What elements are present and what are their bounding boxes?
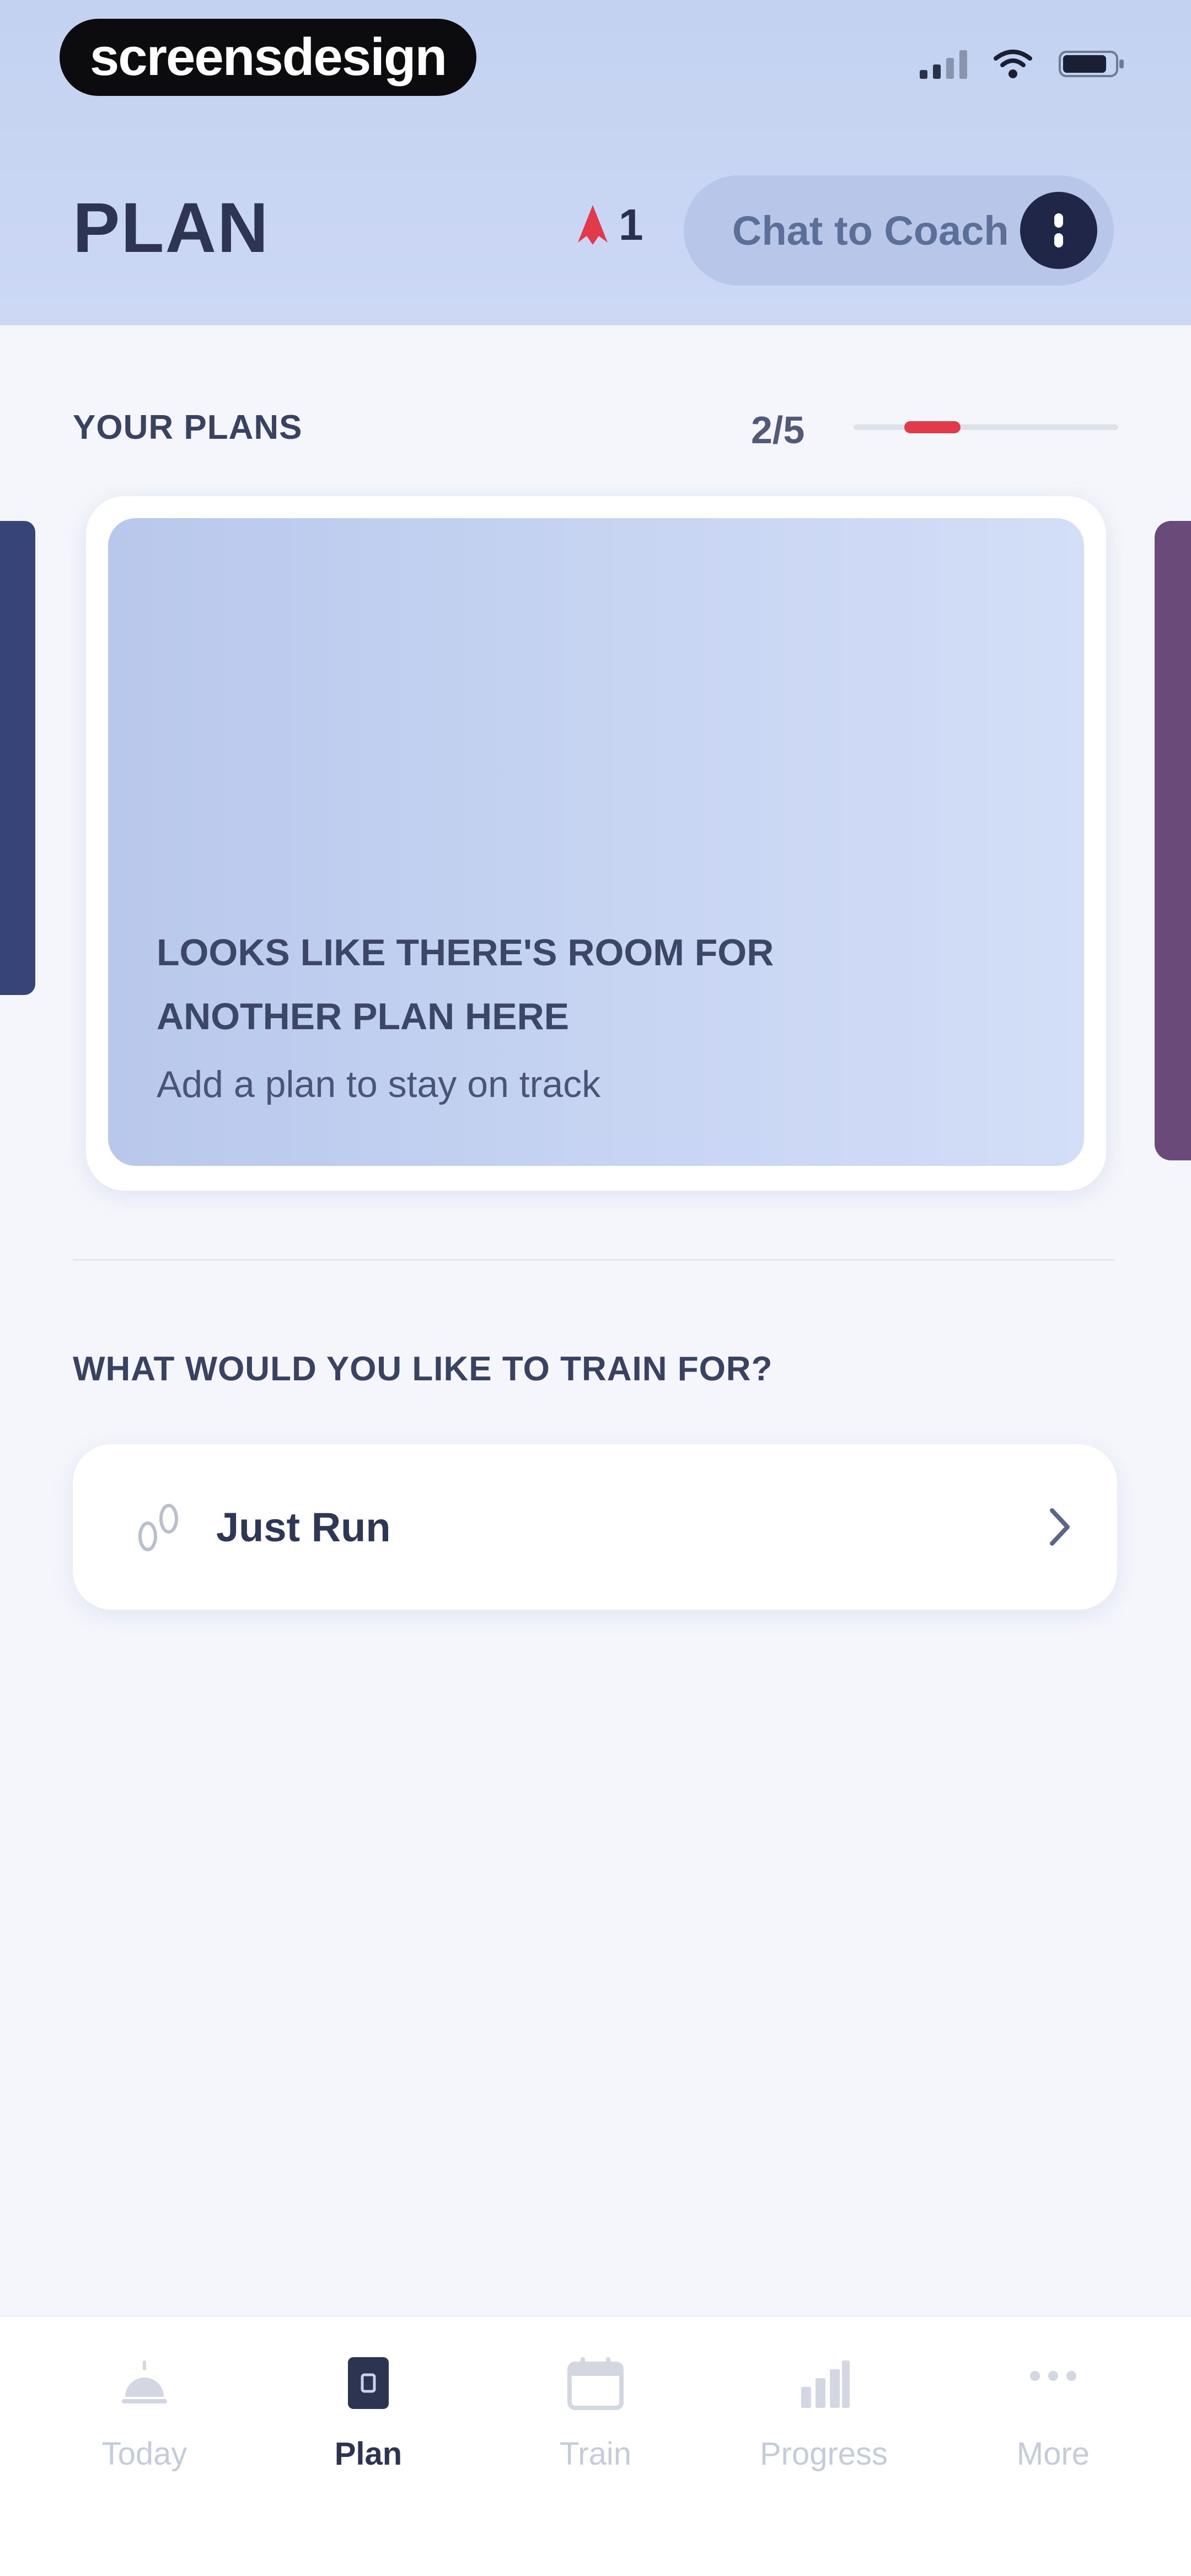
- plans-pager-indicator: [904, 421, 961, 433]
- signal-icon: [920, 49, 967, 79]
- nav-label-train: Train: [560, 2436, 631, 2472]
- plans-pager-track: [854, 424, 1118, 430]
- sunrise-icon: [122, 2360, 167, 2403]
- just-run-option[interactable]: Just Run: [73, 1444, 1117, 1610]
- nav-tab-train[interactable]: Train: [513, 2353, 678, 2472]
- nav-tab-plan[interactable]: Plan: [286, 2353, 451, 2472]
- train-for-heading: WHAT WOULD YOU LIKE TO TRAIN FOR?: [73, 1350, 773, 1388]
- empty-plan-title: LOOKS LIKE THERE'S ROOM FOR ANOTHER PLAN…: [157, 932, 774, 1037]
- next-plan-card[interactable]: [1155, 521, 1191, 1160]
- more-dots-icon: [1030, 2371, 1076, 2381]
- plans-counter: 2/5: [751, 408, 805, 451]
- previous-plan-card[interactable]: [0, 521, 35, 995]
- watermark-text: screensdesign: [89, 28, 447, 87]
- nav-label-plan: Plan: [334, 2436, 403, 2472]
- flame-icon: [578, 205, 608, 245]
- nav-label-progress: Progress: [759, 2436, 888, 2472]
- watermark-logo: screensdesign: [60, 19, 476, 96]
- chat-to-coach-button[interactable]: Chat to Coach: [684, 175, 1114, 286]
- empty-plan-subtitle: Add a plan to stay on track: [157, 1063, 601, 1105]
- chevron-right-icon: [1050, 1508, 1070, 1546]
- streak-count: 1: [619, 200, 643, 249]
- streak-indicator[interactable]: 1: [573, 200, 643, 250]
- just-run-label: Just Run: [216, 1504, 391, 1550]
- nav-tab-today[interactable]: Today: [62, 2353, 227, 2472]
- status-bar: [920, 49, 1125, 79]
- bar-chart-icon: [801, 2360, 850, 2408]
- plan-icon: [348, 2357, 389, 2409]
- nav-label-more: More: [1016, 2436, 1090, 2472]
- section-divider: [73, 1259, 1115, 1261]
- your-plans-heading: YOUR PLANS: [73, 408, 303, 447]
- coach-avatar-icon: [1020, 192, 1097, 269]
- battery-icon: [1059, 51, 1124, 77]
- page-title: PLAN: [73, 189, 270, 267]
- nav-tab-progress[interactable]: Progress: [741, 2353, 906, 2472]
- footprints-icon: [138, 1504, 178, 1551]
- coach-button-label: Chat to Coach: [732, 207, 1009, 254]
- nav-label-today: Today: [101, 2436, 187, 2472]
- wifi-icon: [994, 50, 1032, 78]
- calendar-icon: [567, 2357, 624, 2410]
- nav-tab-more[interactable]: More: [970, 2353, 1136, 2472]
